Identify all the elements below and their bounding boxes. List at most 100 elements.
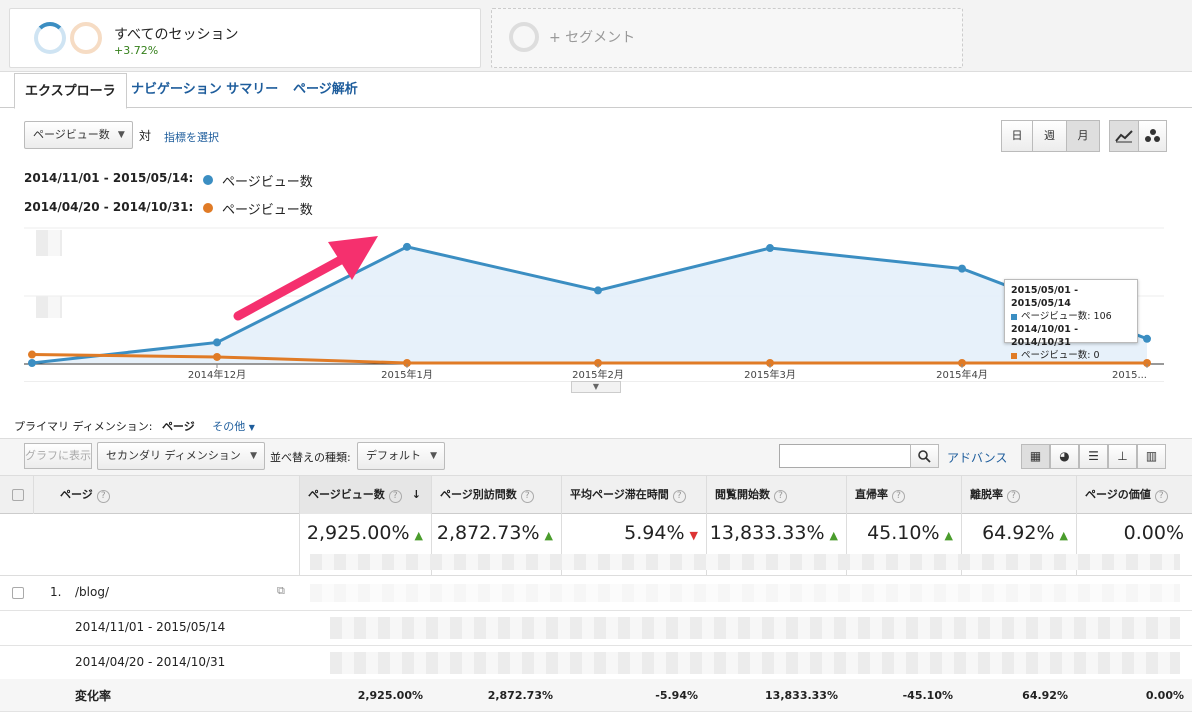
help-icon[interactable]: ? bbox=[388, 490, 402, 503]
help-icon[interactable]: ? bbox=[1007, 490, 1020, 503]
help-icon[interactable]: ? bbox=[672, 490, 686, 503]
tab-explorer[interactable]: エクスプローラ bbox=[14, 73, 127, 109]
col-header-page-value[interactable]: ページの価値? bbox=[1076, 476, 1192, 514]
line-chart-icon bbox=[1115, 130, 1133, 143]
view-table-button[interactable]: ▦ bbox=[1021, 444, 1050, 469]
annotation-arrow-icon bbox=[233, 236, 378, 321]
secondary-dimension-label: セカンダリ ディメンション bbox=[106, 449, 241, 462]
chart-point-0-6 bbox=[1143, 334, 1151, 343]
col-header-pageviews[interactable]: ページビュー数? ↓ bbox=[299, 476, 431, 514]
row-page-link[interactable]: /blog/ bbox=[75, 585, 109, 599]
change-unique-pageviews: 2,872.73% bbox=[487, 689, 553, 702]
grid-icon: ▦ bbox=[1029, 449, 1042, 463]
view-pie-button[interactable]: ◕ bbox=[1050, 444, 1079, 469]
help-icon[interactable]: ? bbox=[774, 490, 787, 503]
open-external-icon[interactable]: ⧉ bbox=[277, 584, 285, 598]
period-week-button[interactable]: 週 bbox=[1033, 120, 1067, 152]
metric-select-value: ページビュー数 bbox=[33, 128, 110, 141]
line-chart-view-button[interactable] bbox=[1109, 120, 1139, 152]
help-icon[interactable]: ? bbox=[96, 490, 110, 503]
pie-chart-icon: ◕ bbox=[1059, 449, 1070, 463]
help-icon[interactable]: ? bbox=[892, 490, 905, 503]
chart-x-tick-label: 2015年2月 bbox=[572, 368, 624, 381]
segment-change: +3.72% bbox=[114, 44, 159, 57]
chart-point-0-4 bbox=[766, 244, 774, 253]
change-rate-label: 変化率 bbox=[75, 689, 112, 703]
tab-navigation-summary[interactable]: ナビゲーション サマリー bbox=[131, 72, 278, 108]
up-arrow-icon: ▲ bbox=[544, 529, 553, 542]
down-arrow-icon: ▼ bbox=[689, 529, 698, 542]
secondary-dimension-select[interactable]: セカンダリ ディメンション ▼ bbox=[97, 442, 265, 470]
table-row: 2014/11/01 - 2015/05/14 bbox=[0, 611, 1192, 646]
summary-exit-rate-value: 64.92% bbox=[982, 522, 1055, 544]
legend-label-previous: ページビュー数 bbox=[222, 203, 313, 218]
legend-date-previous: 2014/04/20 - 2014/10/31: bbox=[24, 200, 194, 214]
search-icon bbox=[918, 450, 931, 463]
blurred-summary-detail bbox=[310, 554, 1180, 570]
chart-collapse-handle[interactable]: ▼ bbox=[571, 381, 621, 393]
period-month-button[interactable]: 月 bbox=[1066, 120, 1100, 152]
col-header-page-label: ページ bbox=[60, 488, 93, 501]
sort-select-value: デフォルト bbox=[366, 449, 421, 462]
legend-dot-previous bbox=[203, 203, 213, 213]
chevron-down-icon: ▼ bbox=[250, 451, 257, 461]
plot-rows-button[interactable]: グラフに表示 bbox=[24, 443, 92, 469]
col-header-avg-time-label: 平均ページ滞在時間 bbox=[570, 488, 669, 501]
help-icon[interactable]: ? bbox=[520, 490, 534, 503]
row-index: 1. bbox=[50, 585, 62, 599]
advanced-filter-link[interactable]: アドバンス bbox=[947, 449, 1007, 466]
view-performance-button[interactable]: ☰ bbox=[1079, 444, 1108, 469]
col-header-exit-rate-label: 離脱率 bbox=[970, 488, 1003, 501]
segment-ring-orange-icon bbox=[70, 22, 102, 54]
blurred-row-data bbox=[330, 652, 1180, 674]
table-search-button[interactable] bbox=[910, 444, 939, 468]
summary-row: 2,925.00% ▲ 2,872.73% ▲ 5.94% ▼ 13,833.33% ▲… bbox=[0, 514, 1192, 576]
row-checkbox[interactable] bbox=[12, 587, 24, 599]
table-search-input[interactable] bbox=[779, 444, 911, 468]
chart-x-tick-label: 2015... bbox=[1112, 370, 1147, 381]
sort-label: 並べ替えの種類: bbox=[270, 451, 351, 464]
primary-dimension-active[interactable]: ページ bbox=[162, 420, 195, 433]
summary-entrances-value: 13,833.33% bbox=[709, 522, 825, 544]
period-day-button[interactable]: 日 bbox=[1001, 120, 1033, 152]
chart-x-tick-label: 2015年1月 bbox=[381, 368, 433, 381]
tooltip-value-previous: ページビュー数: 0 bbox=[1021, 350, 1100, 361]
motion-chart-view-button[interactable] bbox=[1139, 120, 1167, 152]
metric-select[interactable]: ページビュー数 ▼ bbox=[24, 121, 133, 149]
tab-page-analytics[interactable]: ページ解析 bbox=[293, 72, 358, 108]
view-pivot-button[interactable]: ▥ bbox=[1137, 444, 1166, 469]
chart-point-0-5 bbox=[958, 264, 966, 273]
choose-metric-link[interactable]: 指標を選択 bbox=[164, 129, 219, 145]
tooltip-swatch-current bbox=[1011, 313, 1017, 320]
segment-title: すべてのセッション bbox=[114, 27, 239, 43]
col-header-entrances[interactable]: 閲覧開始数? bbox=[706, 476, 846, 514]
legend-date-current: 2014/11/01 - 2015/05/14: bbox=[24, 171, 194, 185]
col-header-avg-time[interactable]: 平均ページ滞在時間? bbox=[561, 476, 706, 514]
sort-select[interactable]: デフォルト ▼ bbox=[357, 442, 445, 470]
up-arrow-icon: ▲ bbox=[1059, 529, 1068, 542]
tooltip-range-previous: 2014/10/01 - 2014/10/31 bbox=[1011, 324, 1079, 348]
summary-pageviews-value: 2,925.00% bbox=[306, 522, 410, 544]
col-header-unique-pageviews[interactable]: ページ別訪問数? bbox=[431, 476, 561, 514]
up-arrow-icon: ▲ bbox=[829, 529, 838, 542]
col-header-exit-rate[interactable]: 離脱率? bbox=[961, 476, 1076, 514]
view-comparison-button[interactable]: ⊥ bbox=[1108, 444, 1137, 469]
chart-x-tick-label: 2015年3月 bbox=[744, 368, 796, 381]
select-all-checkbox[interactable] bbox=[12, 489, 24, 501]
primary-dimension-other[interactable]: その他 bbox=[212, 420, 245, 433]
blurred-row-data bbox=[330, 617, 1180, 639]
comparison-icon: ⊥ bbox=[1117, 449, 1128, 463]
table-row[interactable]: 1. /blog/ ⧉ bbox=[0, 576, 1192, 611]
segment-ring-blue-icon bbox=[34, 22, 66, 54]
change-avg-time: -5.94% bbox=[655, 689, 698, 702]
col-header-bounce-rate[interactable]: 直帰率? bbox=[846, 476, 961, 514]
bubble-chart-icon bbox=[1144, 129, 1160, 142]
change-bounce-rate: -45.10% bbox=[902, 689, 953, 702]
col-header-page[interactable]: ページ? bbox=[33, 476, 299, 514]
pageviews-line-chart: 2014年12月 2015年1月 2015年2月 2015年3月 2015年4月 2015… bbox=[24, 227, 1164, 382]
pivot-icon: ▥ bbox=[1145, 449, 1158, 463]
primary-dimension-label: プライマリ ディメンション: bbox=[14, 420, 153, 433]
col-header-page-value-label: ページの価値 bbox=[1085, 488, 1151, 501]
segment-card-all-sessions[interactable]: すべてのセッション +3.72% bbox=[9, 8, 481, 68]
help-icon[interactable]: ? bbox=[1154, 490, 1168, 503]
